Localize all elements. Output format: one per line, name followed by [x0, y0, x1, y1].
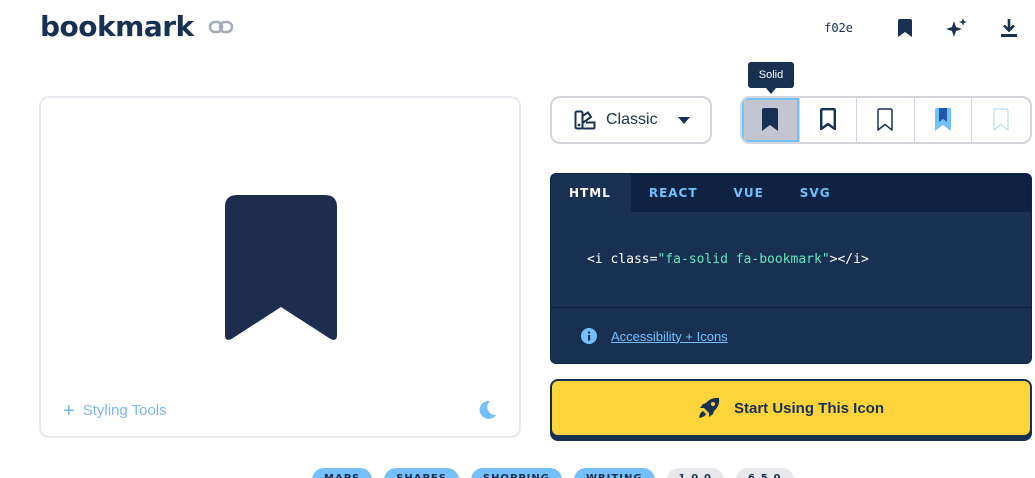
rocket-icon	[698, 397, 720, 418]
bookmark-duotone-icon	[935, 108, 952, 131]
bookmark-regular-icon	[819, 108, 836, 131]
glyph-button[interactable]	[879, 14, 931, 42]
family-select[interactable]: Classic	[550, 96, 712, 144]
code-footer: Accessibility + Icons	[551, 308, 1031, 363]
unicode-value[interactable]: f02e	[824, 21, 853, 35]
top-actions: f02e	[824, 14, 1035, 42]
start-using-label: Start Using This Icon	[733, 399, 884, 417]
download-button[interactable]	[983, 14, 1035, 42]
bookmark-thin-icon	[993, 108, 1009, 132]
caret-down-icon	[678, 116, 690, 124]
tag-category[interactable]: WRITING	[573, 468, 655, 478]
icon-title-row: bookmark	[40, 10, 234, 43]
tag-category[interactable]: SHOPPING	[470, 468, 562, 478]
link-icon[interactable]	[208, 17, 234, 37]
swatchbook-icon	[574, 110, 596, 130]
moon-icon[interactable]	[477, 400, 497, 420]
ai-sparkles-button[interactable]	[931, 14, 983, 42]
code-panel: HTML REACT VUE SVG <i class= "fa-solid fa…	[550, 173, 1032, 364]
page-title: bookmark	[40, 10, 194, 43]
tab-html[interactable]: HTML	[551, 174, 631, 212]
style-duotone-button[interactable]	[915, 98, 973, 142]
family-select-value: Classic	[606, 111, 658, 128]
tab-react[interactable]: REACT	[631, 174, 716, 212]
bookmark-light-icon	[877, 108, 894, 131]
tag-row: MAPS SHAPES SHOPPING WRITING 1.0.0 6.5.0	[312, 468, 794, 478]
tag-category[interactable]: SHAPES	[384, 468, 459, 478]
tab-svg[interactable]: SVG	[782, 174, 849, 212]
info-circle-icon	[581, 328, 597, 344]
code-close: ></i>	[829, 252, 869, 267]
tag-category[interactable]: MAPS	[312, 468, 373, 478]
style-solid-button[interactable]	[742, 98, 800, 142]
sparkles-icon	[946, 18, 967, 37]
bookmark-solid-icon	[762, 108, 779, 131]
style-picker	[740, 96, 1032, 144]
bookmark-icon	[898, 19, 912, 37]
tab-vue[interactable]: VUE	[716, 174, 782, 212]
bookmark-icon-preview	[225, 195, 337, 340]
tag-version[interactable]: 6.5.0	[736, 468, 794, 478]
styling-tools-button[interactable]: + Styling Tools	[63, 399, 167, 422]
plus-icon: +	[63, 399, 75, 422]
style-light-button[interactable]	[857, 98, 915, 142]
accessibility-link[interactable]: Accessibility + Icons	[611, 329, 728, 344]
styling-tools-label: Styling Tools	[82, 402, 167, 419]
tag-version[interactable]: 1.0.0	[666, 468, 725, 478]
style-tooltip: Solid	[748, 62, 794, 94]
code-snippet[interactable]: <i class= "fa-solid fa-bookmark" ></i>	[551, 212, 1031, 308]
icon-preview-card: + Styling Tools	[39, 96, 521, 438]
download-icon	[1001, 19, 1017, 37]
code-open: <i class=	[587, 252, 658, 267]
style-regular-button[interactable]	[800, 98, 858, 142]
code-tabs: HTML REACT VUE SVG	[551, 174, 1031, 212]
code-class-string: "fa-solid fa-bookmark"	[657, 252, 830, 267]
style-thin-button[interactable]	[972, 98, 1030, 142]
start-using-button[interactable]: Start Using This Icon	[550, 379, 1032, 437]
